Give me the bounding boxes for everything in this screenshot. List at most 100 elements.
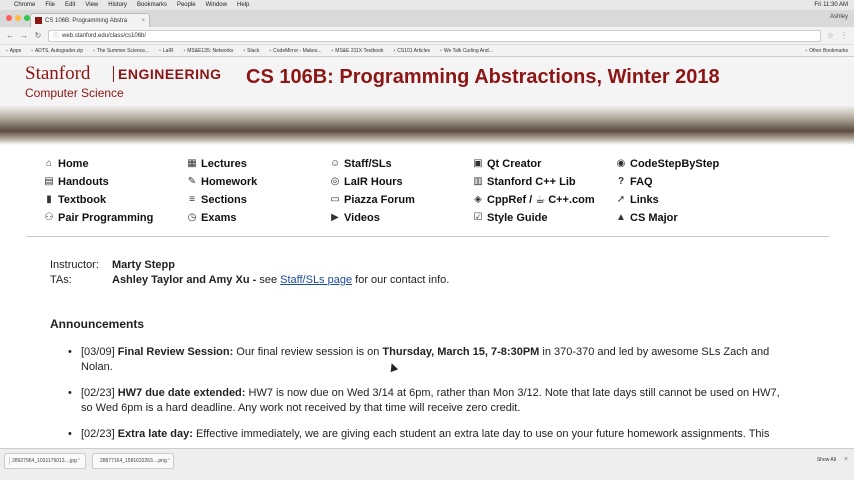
close-window-button[interactable]: [6, 15, 12, 21]
info-icon[interactable]: ⓘ: [53, 31, 59, 40]
menu-dots-icon[interactable]: ⋮: [840, 31, 848, 40]
url-input[interactable]: ⓘ web.stanford.edu/class/cs106b/: [48, 29, 821, 42]
bookmark-item[interactable]: CodeMirror - Makes...: [269, 48, 321, 54]
tab-cs106b[interactable]: CS 106B: Programming Abstra ×: [30, 13, 150, 27]
other-bookmarks[interactable]: Other Bookmarks: [805, 48, 848, 54]
menu-view[interactable]: View: [85, 2, 98, 8]
page-title: CS 106B: Programming Abstractions, Winte…: [246, 66, 720, 88]
nav-link[interactable]: ▮ Textbook: [44, 191, 187, 208]
document-icon: ▤: [44, 175, 54, 187]
nav-link[interactable]: ▥ Stanford C++ Lib: [473, 173, 616, 190]
download-item[interactable]: 28877164_1581632263....png ⌃: [92, 453, 174, 469]
chevron-up-icon[interactable]: ⌃: [77, 458, 81, 464]
window-controls: [6, 15, 30, 21]
chevron-up-icon[interactable]: ⌃: [167, 458, 171, 464]
announcement-date: [02/23]: [81, 387, 115, 399]
nav-link[interactable]: ✎ Homework: [187, 173, 330, 190]
menu-chrome[interactable]: Chrome: [14, 2, 35, 8]
bookmark-apps[interactable]: Apps: [6, 48, 21, 54]
edit-icon: ✎: [187, 175, 197, 187]
show-all-downloads-button[interactable]: Show All: [817, 457, 836, 463]
bookmark-item[interactable]: Slack: [243, 48, 259, 54]
pair-icon: ⚇: [44, 211, 54, 223]
nav-link[interactable]: ⚇ Pair Programming: [44, 209, 187, 226]
close-shelf-icon[interactable]: ×: [844, 456, 848, 463]
qt-icon: ▣: [473, 157, 483, 169]
instructor-row: Instructor: Marty Stepp: [50, 257, 790, 272]
engineering-logo-text[interactable]: ENGINEERING: [118, 66, 222, 82]
address-bar: ← → ↻ ⓘ web.stanford.edu/class/cs106b/ ☆…: [0, 27, 854, 45]
nav-link[interactable]: ◉ CodeStepByStep: [616, 155, 759, 172]
nav-link-label: Videos: [344, 211, 380, 224]
bookmark-item[interactable]: ADTS, Autograder.zip: [31, 48, 83, 54]
menu-people[interactable]: People: [177, 2, 196, 8]
tab-close-icon[interactable]: ×: [141, 18, 145, 24]
announcement-title: Final Review Session:: [117, 346, 234, 358]
nav-link-label: Handouts: [58, 175, 109, 188]
nav-link[interactable]: ◷ Exams: [187, 209, 330, 226]
forward-icon[interactable]: →: [20, 31, 28, 40]
code-icon: ◉: [616, 157, 626, 169]
stanford-logo-text[interactable]: Stanford: [25, 63, 90, 85]
nav-link-label: Links: [630, 193, 659, 206]
staff-page-link[interactable]: Staff/SLs page: [280, 274, 352, 286]
department-name[interactable]: Computer Science: [25, 86, 124, 100]
nav-link[interactable]: ◎ LaIR Hours: [330, 173, 473, 190]
download-item[interactable]: 28927964_1031179013....jpg ⌃: [4, 453, 86, 469]
bookmark-item[interactable]: LaIR: [159, 48, 174, 54]
nav-link[interactable]: ≡ Sections: [187, 191, 330, 208]
tas-names: Ashley Taylor and Amy Xu -: [112, 273, 257, 286]
nav-link[interactable]: ◈ CppRef / ☕ C++.com: [473, 191, 616, 208]
nav-link-label: Homework: [201, 175, 258, 188]
bookmark-item[interactable]: MS&E135: Networks: [183, 48, 233, 54]
minimize-window-button[interactable]: [15, 15, 21, 21]
nav-link[interactable]: ☑ Style Guide: [473, 209, 616, 226]
nav-link[interactable]: ? FAQ: [616, 173, 759, 190]
tas-see-text: see: [256, 273, 281, 286]
announcement-title: Extra late day:: [117, 428, 193, 440]
nav-link[interactable]: ▶ Videos: [330, 209, 473, 226]
nav-link[interactable]: ▣ Qt Creator: [473, 155, 616, 172]
logo-divider: [113, 66, 114, 82]
nav-link[interactable]: ☺ Staff/SLs: [330, 155, 473, 172]
help-icon: ◎: [330, 175, 340, 187]
url-text: web.stanford.edu/class/cs106b/: [62, 32, 147, 39]
nav-link-label: Textbook: [58, 193, 107, 206]
announcement-text: Our final review session is on: [233, 346, 383, 358]
course-nav: ⌂ Home ▦ Lectures ☺ Staff/SLs ▣ Qt Creator ◉ Code…: [44, 155, 784, 226]
nav-link[interactable]: ⌂ Home: [44, 155, 187, 172]
nav-link-label: LaIR Hours: [344, 175, 403, 188]
nav-link[interactable]: ▭ Piazza Forum: [330, 191, 473, 208]
nav-link-label: Pair Programming: [58, 211, 154, 224]
menu-history[interactable]: History: [108, 2, 127, 8]
bookmark-item[interactable]: MS&E 211X Textbook: [332, 48, 383, 54]
nav-link-label: Stanford C++ Lib: [487, 175, 576, 188]
profile-button[interactable]: Ashley: [830, 14, 848, 20]
zoom-window-button[interactable]: [24, 15, 30, 21]
menu-file[interactable]: File: [45, 2, 55, 8]
clock-icon: ◷: [187, 211, 197, 223]
bookmark-star-icon[interactable]: ☆: [827, 31, 834, 40]
nav-link-label: FAQ: [630, 175, 653, 188]
nav-link[interactable]: ▤ Handouts: [44, 173, 187, 190]
nav-link-label: CodeStepByStep: [630, 157, 720, 170]
forum-icon: ▭: [330, 193, 340, 205]
nav-link[interactable]: ▦ Lectures: [187, 155, 330, 172]
site-header: Stanford ENGINEERING Computer Science CS…: [0, 57, 854, 105]
nav-link-label: Home: [58, 157, 89, 170]
bookmark-item[interactable]: CS101 Articles: [393, 48, 430, 54]
tab-strip: CS 106B: Programming Abstra × Ashley: [0, 10, 854, 27]
nav-link[interactable]: ➚ Links: [616, 191, 759, 208]
menu-help[interactable]: Help: [237, 2, 249, 8]
bookmark-item[interactable]: The Summer Science...: [93, 48, 149, 54]
menu-edit[interactable]: Edit: [65, 2, 75, 8]
tas-label: TAs:: [50, 273, 72, 286]
nav-link[interactable]: ▲ CS Major: [616, 209, 759, 226]
instructor-label: Instructor:: [50, 258, 99, 271]
tas-contact-text: for our contact info.: [352, 273, 450, 286]
menu-window[interactable]: Window: [206, 2, 227, 8]
menu-bookmarks[interactable]: Bookmarks: [137, 2, 167, 8]
back-icon[interactable]: ←: [6, 31, 14, 40]
reload-icon[interactable]: ↻: [34, 31, 42, 40]
bookmark-item[interactable]: We Talk Curling And...: [440, 48, 493, 54]
